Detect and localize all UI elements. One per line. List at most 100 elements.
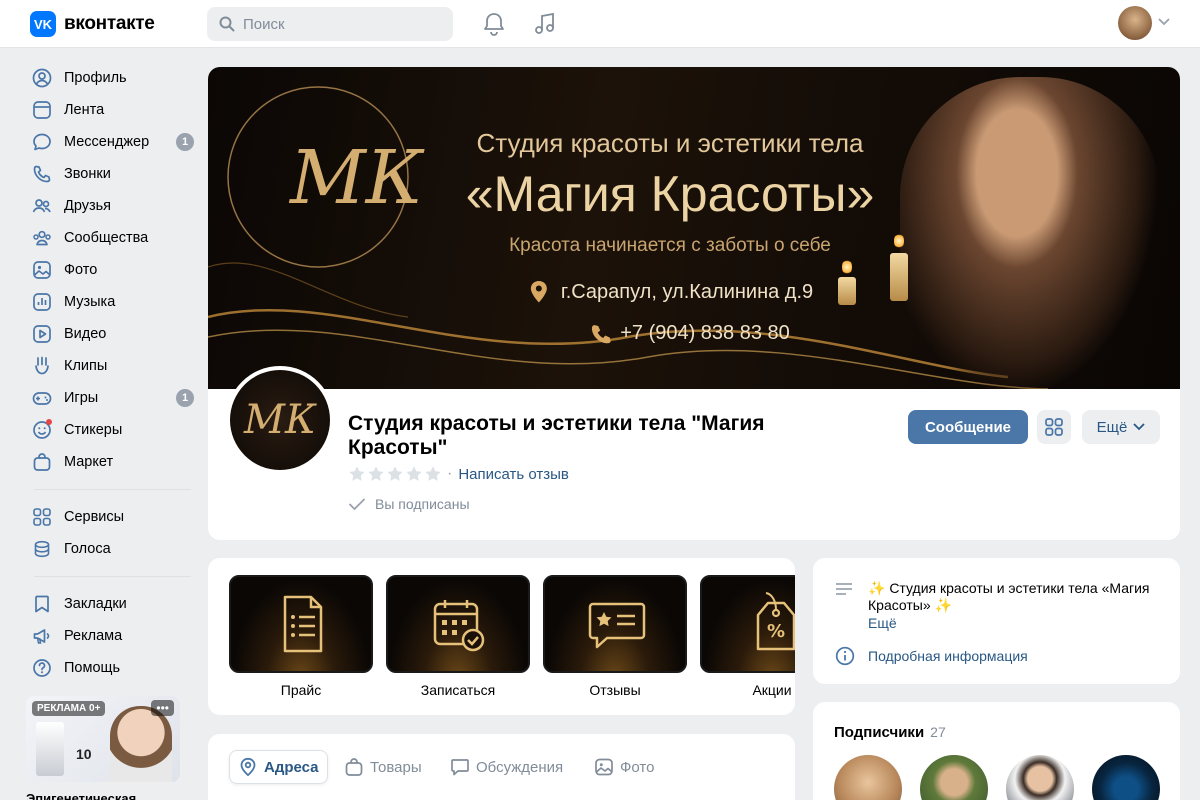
sidebar-item-market[interactable]: Маркет bbox=[24, 446, 196, 478]
sidebar-item-label: Лента bbox=[64, 102, 105, 118]
tile-price[interactable] bbox=[229, 575, 373, 673]
tile-promotions[interactable]: % bbox=[700, 575, 795, 673]
sidebar-item-label: Маркет bbox=[64, 454, 114, 470]
message-button[interactable]: Сообщение bbox=[908, 410, 1028, 444]
sidebar-item-communities[interactable]: Сообщества bbox=[24, 222, 196, 254]
sidebar-item-feed[interactable]: Лента bbox=[24, 94, 196, 126]
sidebar-item-music[interactable]: Музыка bbox=[24, 286, 196, 318]
svg-text:%: % bbox=[767, 621, 785, 642]
sidebar-item-label: Музыка bbox=[64, 294, 116, 310]
subscribers-count: 27 bbox=[930, 724, 946, 740]
bell-icon[interactable] bbox=[483, 12, 505, 36]
sidebar-item-calls[interactable]: Звонки bbox=[24, 158, 196, 190]
subscribers-card: Подписчики 27 bbox=[813, 702, 1180, 800]
subscriber-avatar[interactable] bbox=[834, 755, 902, 800]
rating-separator: · bbox=[447, 465, 453, 482]
sidebar-divider bbox=[34, 576, 191, 577]
community-avatar-image: МК bbox=[230, 370, 330, 470]
location-pin-icon bbox=[240, 757, 256, 777]
communities-icon bbox=[32, 228, 52, 248]
bag-icon bbox=[345, 758, 363, 776]
search-input[interactable] bbox=[243, 15, 443, 33]
subscribers-title: Подписчики bbox=[834, 724, 925, 741]
sidebar-item-label: Друзья bbox=[64, 198, 112, 214]
chevron-down-icon[interactable] bbox=[1158, 18, 1170, 26]
tab-label: Обсуждения bbox=[476, 758, 564, 776]
star-icon[interactable] bbox=[367, 465, 385, 483]
community-avatar[interactable]: МК bbox=[226, 366, 334, 474]
apps-button[interactable] bbox=[1037, 410, 1071, 444]
help-icon bbox=[32, 658, 52, 678]
sidebar-ad-banner[interactable]: 10 РЕКЛАМА 0+ ••• bbox=[26, 696, 180, 782]
detailed-info-link[interactable]: Подробная информация bbox=[868, 648, 1028, 664]
megaphone-icon bbox=[32, 626, 52, 646]
ad-promo-number: 10 bbox=[76, 746, 92, 762]
photo-icon bbox=[32, 260, 52, 280]
subscribers-header[interactable]: Подписчики 27 bbox=[834, 724, 946, 741]
tab-discussions[interactable]: Обсуждения bbox=[442, 750, 571, 784]
bookmark-icon bbox=[32, 594, 52, 614]
search-box[interactable] bbox=[207, 7, 453, 41]
sidebar-item-label: Помощь bbox=[64, 660, 121, 676]
ad-model-image bbox=[110, 706, 172, 782]
sidebar-item-label: Звонки bbox=[64, 166, 111, 182]
sidebar-item-messenger[interactable]: Мессенджер 1 bbox=[24, 126, 196, 158]
subscriber-avatar[interactable] bbox=[1006, 755, 1074, 800]
music-icon[interactable] bbox=[534, 12, 556, 36]
candle-image bbox=[838, 277, 856, 305]
top-bar: VK вконтакте bbox=[0, 0, 1200, 48]
description-lines-icon bbox=[836, 583, 852, 595]
sticker-icon bbox=[32, 419, 52, 440]
write-review-link[interactable]: Написать отзыв bbox=[458, 466, 569, 483]
sidebar-item-clips[interactable]: Клипы bbox=[24, 350, 196, 382]
ad-more-button[interactable]: ••• bbox=[151, 700, 174, 716]
tab-addresses[interactable]: Адреса bbox=[229, 750, 328, 784]
more-button[interactable]: Ещё bbox=[1082, 410, 1160, 444]
sidebar-item-friends[interactable]: Друзья bbox=[24, 190, 196, 222]
star-icon[interactable] bbox=[424, 465, 442, 483]
sidebar-item-photo[interactable]: Фото bbox=[24, 254, 196, 286]
sidebar-item-profile[interactable]: Профиль bbox=[24, 62, 196, 94]
description-more-link[interactable]: Ещё bbox=[868, 615, 897, 631]
user-circle-icon bbox=[32, 68, 52, 88]
tile-label: Прайс bbox=[280, 682, 322, 698]
tab-photos[interactable]: Фото bbox=[586, 750, 662, 784]
sidebar-item-services[interactable]: Сервисы bbox=[24, 501, 196, 533]
phone-icon bbox=[32, 164, 52, 184]
gamepad-icon bbox=[32, 388, 52, 408]
cover-title-line1: Студия красоты и эстетики тела bbox=[476, 128, 864, 158]
star-icon[interactable] bbox=[348, 465, 366, 483]
sidebar-item-votes[interactable]: Голоса bbox=[24, 533, 196, 565]
tile-label: Отзывы bbox=[589, 682, 641, 698]
subscription-status[interactable]: Вы подписаны bbox=[348, 496, 470, 512]
sidebar-item-stickers[interactable]: Стикеры bbox=[24, 414, 196, 446]
tile-reviews[interactable] bbox=[543, 575, 687, 673]
star-icon[interactable] bbox=[405, 465, 423, 483]
shopping-bag-icon bbox=[32, 452, 52, 472]
vk-logo[interactable]: VK вконтакте bbox=[30, 11, 155, 37]
notification-dot bbox=[46, 419, 52, 425]
sidebar-item-games[interactable]: Игры 1 bbox=[24, 382, 196, 414]
user-avatar[interactable] bbox=[1118, 6, 1152, 40]
sidebar-item-label: Видео bbox=[64, 326, 107, 342]
friends-icon bbox=[32, 196, 52, 216]
sidebar-item-ads[interactable]: Реклама bbox=[24, 620, 196, 652]
community-description: ✨ Студия красоты и эстетики тела «Магия … bbox=[868, 580, 1150, 613]
location-pin-icon bbox=[530, 281, 547, 303]
cover-address-text: г.Сарапул, ул.Калинина д.9 bbox=[560, 280, 814, 303]
subscriber-avatar[interactable] bbox=[920, 755, 988, 800]
rating-row: · Написать отзыв bbox=[348, 465, 569, 483]
tab-goods[interactable]: Товары bbox=[336, 750, 430, 784]
sidebar-item-label: Мессенджер bbox=[64, 134, 150, 150]
subscriber-avatar[interactable] bbox=[1092, 755, 1160, 800]
star-icon[interactable] bbox=[386, 465, 404, 483]
cover-model-image bbox=[900, 77, 1160, 389]
sidebar-item-bookmarks[interactable]: Закладки bbox=[24, 588, 196, 620]
content-tabs-card: Адреса Товары Обсуждения Фото bbox=[208, 734, 795, 800]
price-list-icon bbox=[283, 595, 323, 653]
cover-monogram-logo: МК bbox=[290, 135, 424, 221]
tile-booking[interactable] bbox=[386, 575, 530, 673]
sidebar-item-help[interactable]: Помощь bbox=[24, 652, 196, 684]
more-button-label: Ещё bbox=[1096, 418, 1128, 436]
sidebar-item-video[interactable]: Видео bbox=[24, 318, 196, 350]
